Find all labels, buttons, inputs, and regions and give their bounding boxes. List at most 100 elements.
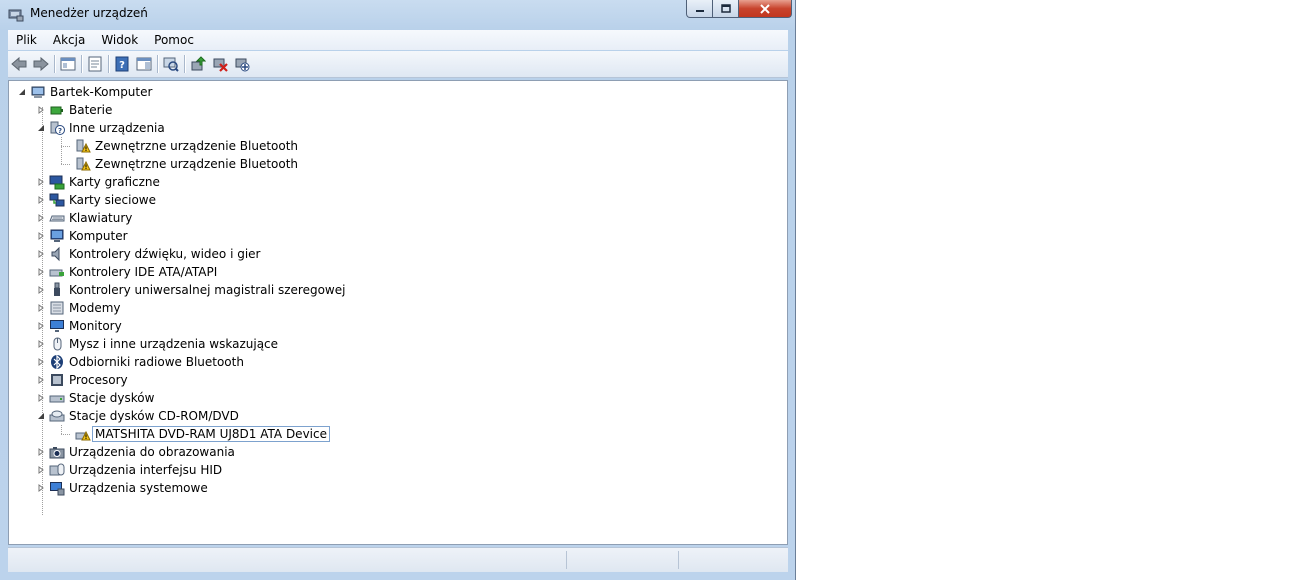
expand-triangle-icon[interactable]	[36, 178, 45, 187]
tree-item-inne-urzadzenia[interactable]: ? Inne urządzenia	[36, 119, 165, 137]
tree-item-label-selected: MATSHITA DVD-RAM UJ8D1 ATA Device	[92, 426, 330, 442]
expand-triangle-icon[interactable]	[36, 322, 45, 331]
tree-item-procesory[interactable]: Procesory	[36, 371, 128, 389]
menu-plik[interactable]: Plik	[8, 33, 45, 47]
toolbar-separator	[184, 55, 185, 73]
tree-item-urzadzenia-systemowe[interactable]: Urządzenia systemowe	[36, 479, 208, 497]
ide-controller-icon	[49, 269, 64, 277]
tree-item-label: Odbiorniki radiowe Bluetooth	[69, 355, 244, 369]
tree-guide-line	[61, 434, 70, 435]
tree-item-klawiatury[interactable]: Klawiatury	[36, 209, 132, 227]
menu-pomoc[interactable]: Pomoc	[146, 33, 202, 47]
close-button[interactable]	[739, 0, 792, 18]
expand-triangle-icon[interactable]	[36, 448, 45, 457]
camera-icon	[49, 447, 65, 459]
tree-item-mysz[interactable]: Mysz i inne urządzenia wskazujące	[36, 335, 278, 353]
tree-item-monitory[interactable]: Monitory	[36, 317, 122, 335]
expand-triangle-icon[interactable]	[36, 232, 45, 241]
expand-triangle-icon[interactable]	[36, 286, 45, 295]
tree-item-kontrolery-ide[interactable]: Kontrolery IDE ATA/ATAPI	[36, 263, 217, 281]
tree-item-label: Kontrolery IDE ATA/ATAPI	[69, 265, 218, 279]
maximize-icon	[720, 3, 731, 13]
tree-item-label: Stacje dysków CD-ROM/DVD	[69, 409, 239, 423]
minimize-button[interactable]	[686, 0, 713, 18]
tree-child-matshita[interactable]: MATSHITA DVD-RAM UJ8D1 ATA Device	[75, 425, 330, 443]
tree-item-urzadzenia-obrazowania[interactable]: Urządzenia do obrazowania	[36, 443, 235, 461]
collapse-triangle-icon[interactable]	[36, 412, 45, 421]
expand-triangle-icon[interactable]	[36, 376, 45, 385]
expand-triangle-icon[interactable]	[36, 304, 45, 313]
device-tree[interactable]: Bartek-Komputer Baterie ? Inne urządzeni…	[8, 80, 788, 545]
maximize-button[interactable]	[713, 0, 739, 18]
tree-item-karty-sieciowe[interactable]: Karty sieciowe	[36, 191, 156, 209]
display-adapter-icon	[49, 175, 65, 190]
tree-item-label: Baterie	[69, 103, 113, 117]
uninstall-icon	[213, 58, 228, 72]
tree-item-label: Monitory	[69, 319, 122, 333]
device-manager-icon	[8, 9, 24, 22]
status-bar	[8, 547, 788, 572]
tree-item-label: Klawiatury	[69, 211, 133, 225]
uninstall-button[interactable]	[209, 53, 231, 75]
expand-triangle-icon[interactable]	[36, 250, 45, 259]
help-button[interactable]: ?	[111, 53, 133, 75]
tree-item-stacje-dyskow[interactable]: Stacje dysków	[36, 389, 154, 407]
toolbar: ?	[8, 51, 788, 78]
expand-triangle-icon[interactable]	[36, 484, 45, 493]
update-driver-button[interactable]	[187, 53, 209, 75]
expand-triangle-icon[interactable]	[36, 106, 45, 115]
cdrom-icon	[49, 410, 65, 422]
expand-triangle-icon[interactable]	[36, 196, 45, 205]
tree-child-bluetooth-1[interactable]: Zewnętrzne urządzenie Bluetooth	[75, 137, 298, 155]
hid-icon	[49, 463, 65, 476]
tree-item-odbiorniki-bluetooth[interactable]: Odbiorniki radiowe Bluetooth	[36, 353, 244, 371]
back-button[interactable]	[8, 53, 30, 75]
computer-name: Bartek-Komputer	[50, 85, 153, 99]
forward-icon	[33, 56, 49, 72]
forward-button[interactable]	[30, 53, 52, 75]
tree-item-baterie[interactable]: Baterie	[36, 101, 112, 119]
properties-button[interactable]	[84, 53, 106, 75]
action-pane-button[interactable]	[133, 53, 155, 75]
expand-triangle-icon[interactable]	[36, 340, 45, 349]
tree-item-label: Inne urządzenia	[69, 121, 165, 135]
expand-triangle-icon[interactable]	[36, 466, 45, 475]
battery-icon	[50, 106, 63, 115]
tree-item-kontrolery-usb[interactable]: Kontrolery uniwersalnej magistrali szere…	[36, 281, 345, 299]
toolbar-separator	[157, 55, 158, 73]
tree-item-stacje-cdrom[interactable]: Stacje dysków CD-ROM/DVD	[36, 407, 239, 425]
expand-triangle-icon[interactable]	[36, 268, 45, 277]
tree-root[interactable]: Bartek-Komputer	[17, 83, 152, 101]
disable-device-button[interactable]	[231, 53, 253, 75]
tree-item-kontrolery-dzwieku[interactable]: Kontrolery dźwięku, wideo i gier	[36, 245, 260, 263]
collapse-triangle-icon[interactable]	[36, 124, 45, 133]
collapse-triangle-icon[interactable]	[17, 88, 26, 97]
tree-item-karty-graficzne[interactable]: Karty graficzne	[36, 173, 160, 191]
tree-item-label: Kontrolery uniwersalnej magistrali szere…	[69, 283, 346, 297]
disable-device-icon	[235, 58, 250, 72]
title-bar[interactable]: Menedżer urządzeń	[0, 0, 796, 30]
tree-item-urzadzenia-hid[interactable]: Urządzenia interfejsu HID	[36, 461, 222, 479]
monitor-icon	[50, 320, 64, 332]
scan-hardware-changes-button[interactable]	[160, 53, 182, 75]
menu-akcja[interactable]: Akcja	[45, 33, 93, 47]
tree-guide-line	[61, 425, 62, 434]
expand-triangle-icon[interactable]	[36, 394, 45, 403]
show-hide-console-tree-button[interactable]	[57, 53, 79, 75]
device-manager-window: Menedżer urządzeń Plik Akcja Widok Pomoc	[0, 0, 796, 580]
menu-widok[interactable]: Widok	[93, 33, 146, 47]
expand-triangle-icon[interactable]	[36, 214, 45, 223]
disk-drive-icon	[49, 395, 65, 403]
status-bar-divider	[566, 551, 567, 569]
tree-guide-line	[61, 146, 70, 147]
tree-item-modemy[interactable]: Modemy	[36, 299, 121, 317]
tree-item-komputer[interactable]: Komputer	[36, 227, 128, 245]
svg-text:?: ?	[58, 127, 62, 135]
tree-item-label: Mysz i inne urządzenia wskazujące	[69, 337, 279, 351]
tree-guide-line	[61, 164, 70, 165]
tree-child-bluetooth-2[interactable]: Zewnętrzne urządzenie Bluetooth	[75, 155, 298, 173]
tree-item-label: Stacje dysków	[69, 391, 155, 405]
toolbar-separator	[81, 55, 82, 73]
keyboard-icon	[49, 215, 65, 222]
expand-triangle-icon[interactable]	[36, 358, 45, 367]
